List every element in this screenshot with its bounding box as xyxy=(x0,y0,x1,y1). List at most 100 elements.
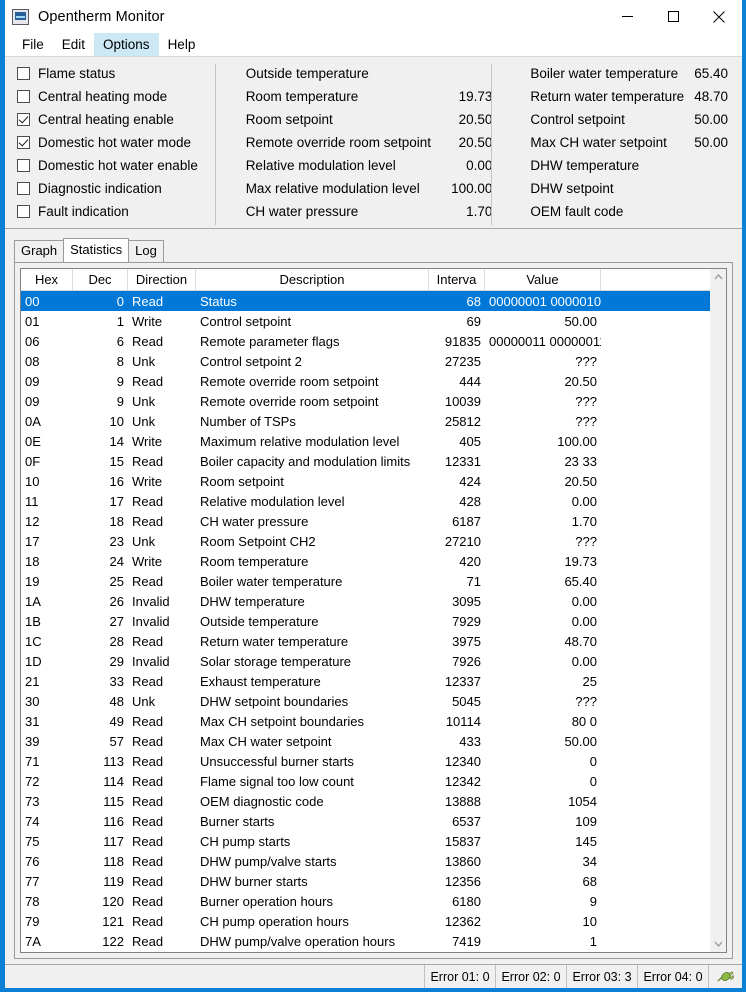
reading-label: Room temperature xyxy=(245,89,359,104)
column-header-value[interactable]: Value xyxy=(485,269,601,290)
table-row[interactable]: 72 114 Read Flame signal too low count 12342… xyxy=(21,771,710,791)
cell-direction: Unk xyxy=(132,393,156,409)
checkbox-box[interactable] xyxy=(17,205,30,218)
tab-statistics[interactable]: Statistics xyxy=(63,238,130,262)
table-row[interactable]: 77 119 Read DHW burner starts 12356 68 xyxy=(21,871,710,891)
cell-description: CH pump operation hours xyxy=(200,913,349,929)
minimize-icon[interactable] xyxy=(604,0,650,33)
table-row[interactable]: 19 25 Read Boiler water temperature 71 65.40 xyxy=(21,571,710,591)
table-row[interactable]: 0E 14 Write Maximum relative modulation lev… xyxy=(21,431,710,451)
status-flags-column: Flame status Central heating mode Centra… xyxy=(5,62,216,228)
cell-interval: 15837 xyxy=(444,833,481,849)
tab-log[interactable]: Log xyxy=(128,240,164,262)
table-row[interactable]: 1C 28 Read Return water temperature 3975 48.7… xyxy=(21,631,710,651)
monitor-icon xyxy=(12,8,29,25)
reading-value: 48.70 xyxy=(694,89,728,104)
cell-description: DHW setpoint boundaries xyxy=(200,693,349,709)
reading-label: CH water pressure xyxy=(245,204,359,219)
checkbox-box[interactable] xyxy=(17,113,30,126)
table-row[interactable]: 74 116 Read Burner starts 6537 109 xyxy=(21,811,710,831)
table-row[interactable]: 17 23 Unk Room Setpoint CH2 27210??? xyxy=(21,531,710,551)
column-header-hex[interactable]: Hex xyxy=(21,269,73,290)
checkbox-fault-indication[interactable]: Fault indication xyxy=(17,200,216,223)
table-row[interactable]: 1A 26 Invalid DHW temperature 3095 0.00 xyxy=(21,591,710,611)
cell-description: DHW pump/valve operation hours xyxy=(200,933,396,949)
table-row[interactable]: 18 24 Write Room temperature 420 19.73 xyxy=(21,551,710,571)
table-row[interactable]: 06 6 Read Remote parameter flags 91835 000000… xyxy=(21,331,710,351)
cell-value: 50.00 xyxy=(564,313,597,329)
table-row[interactable]: 09 9 Unk Remote override room setpoint 10039… xyxy=(21,391,710,411)
table-row[interactable]: 0A 10 Unk Number of TSPs 25812??? xyxy=(21,411,710,431)
checkbox-box[interactable] xyxy=(17,136,30,149)
cell-hex: 17 xyxy=(25,533,40,549)
table-row[interactable]: 79 121 Read CH pump operation hours 12362 10 xyxy=(21,911,710,931)
cell-dec: 116 xyxy=(103,813,124,829)
cell-value: 65.40 xyxy=(564,573,597,589)
table-row[interactable]: 21 33 Read Exhaust temperature 12337 25 xyxy=(21,671,710,691)
table-row[interactable]: 12 18 Read CH water pressure 6187 1.70 xyxy=(21,511,710,531)
checkbox-diagnostic-indication[interactable]: Diagnostic indication xyxy=(17,177,216,200)
cell-hex: 71 xyxy=(25,753,40,769)
table-row[interactable]: 11 17 Read Relative modulation level 428 0.00 xyxy=(21,491,710,511)
menu-options[interactable]: Options xyxy=(94,33,159,56)
cell-value: 19.73 xyxy=(564,553,597,569)
table-row[interactable]: 08 8 Unk Control setpoint 2 27235??? xyxy=(21,351,710,371)
cell-value: 80 0 xyxy=(571,713,597,729)
cell-hex: 06 xyxy=(25,333,40,349)
tab-graph[interactable]: Graph xyxy=(14,240,65,262)
statistics-tab-page: Hex Dec Direction Description Interva Va… xyxy=(14,262,733,959)
column-header-description[interactable]: Description xyxy=(196,269,429,290)
table-row[interactable]: 1B 27 Invalid Outside temperature 7929 0.00 xyxy=(21,611,710,631)
table-vertical-scrollbar[interactable] xyxy=(710,268,727,953)
column-header-dec[interactable]: Dec xyxy=(73,269,128,290)
checkbox-flame-status[interactable]: Flame status xyxy=(17,62,216,85)
table-row[interactable]: 00 0 Read Status 68 00000001 00000100 xyxy=(21,291,710,311)
chevron-down-icon[interactable] xyxy=(711,936,726,952)
chevron-up-icon[interactable] xyxy=(711,269,726,285)
table-row[interactable]: 71 113 Read Unsuccessful burner starts 12340… xyxy=(21,751,710,771)
table-row[interactable]: 31 49 Read Max CH setpoint boundaries 10114 8… xyxy=(21,711,710,731)
table-row[interactable]: 30 48 Unk DHW setpoint boundaries 5045??? xyxy=(21,691,710,711)
table-row[interactable]: 01 1 Write Control setpoint 69 50.00 xyxy=(21,311,710,331)
table-row[interactable]: 78 120 Read Burner operation hours 6180 9 xyxy=(21,891,710,911)
checkbox-box[interactable] xyxy=(17,182,30,195)
cell-dec: 26 xyxy=(109,593,124,609)
cell-dec: 115 xyxy=(103,793,124,809)
close-icon[interactable] xyxy=(696,0,742,33)
menu-file[interactable]: File xyxy=(13,33,53,56)
reading-boiler-water-temperature: Boiler water temperature 65.40 xyxy=(530,62,728,85)
reading-max-ch-water-setpoint: Max CH water setpoint 50.00 xyxy=(530,131,728,154)
checkbox-central-heating-mode[interactable]: Central heating mode xyxy=(17,85,216,108)
table-row[interactable]: 73 115 Read OEM diagnostic code 13888 1054 xyxy=(21,791,710,811)
checkbox-domestic-hot-water-enable[interactable]: Domestic hot water enable xyxy=(17,154,216,177)
cell-interval: 91835 xyxy=(444,333,481,349)
table-row[interactable]: 7A 122 Read DHW pump/valve operation hours 7… xyxy=(21,931,710,951)
column-header-direction[interactable]: Direction xyxy=(128,269,196,290)
cell-description: DHW temperature xyxy=(200,593,305,609)
reading-label: Boiler water temperature xyxy=(530,66,679,81)
table-row[interactable]: 39 57 Read Max CH water setpoint 433 50.00 xyxy=(21,731,710,751)
checkbox-box[interactable] xyxy=(17,90,30,103)
checkbox-label: Central heating mode xyxy=(38,89,168,104)
column-header-interval[interactable]: Interva xyxy=(429,269,485,290)
reading-dhw-setpoint: DHW setpoint xyxy=(530,177,728,200)
cell-hex: 78 xyxy=(25,893,40,909)
menu-edit[interactable]: Edit xyxy=(53,33,94,56)
checkbox-central-heating-enable[interactable]: Central heating enable xyxy=(17,108,216,131)
scrollbar-track[interactable] xyxy=(710,285,726,936)
table-row[interactable]: 1D 29 Invalid Solar storage temperature 7926… xyxy=(21,651,710,671)
cell-description: DHW burner starts xyxy=(200,873,308,889)
table-row[interactable]: 75 117 Read CH pump starts 15837 145 xyxy=(21,831,710,851)
cell-interval: 27210 xyxy=(444,533,481,549)
table-row[interactable]: 09 9 Read Remote override room setpoint 444 2… xyxy=(21,371,710,391)
table-row[interactable]: 0F 15 Read Boiler capacity and modulation l… xyxy=(21,451,710,471)
checkbox-box[interactable] xyxy=(17,67,30,80)
checkbox-box[interactable] xyxy=(17,159,30,172)
table-row[interactable]: 10 16 Write Room setpoint 424 20.50 xyxy=(21,471,710,491)
menu-help[interactable]: Help xyxy=(159,33,205,56)
table-row[interactable]: 76 118 Read DHW pump/valve starts 13860 34 xyxy=(21,851,710,871)
reading-label: Return water temperature xyxy=(530,89,685,104)
checkbox-domestic-hot-water-mode[interactable]: Domestic hot water mode xyxy=(17,131,216,154)
maximize-icon[interactable] xyxy=(650,0,696,33)
cell-dec: 119 xyxy=(103,873,124,889)
